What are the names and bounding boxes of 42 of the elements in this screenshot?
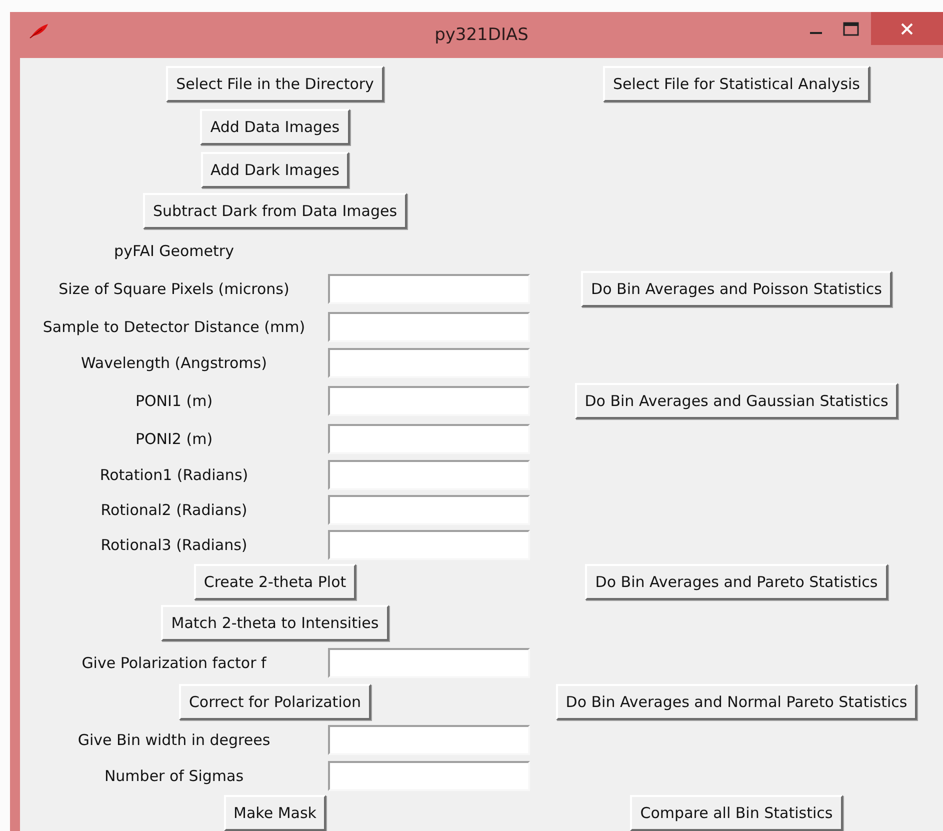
action-button[interactable]: Compare all Bin Statistics <box>630 795 843 831</box>
window-title: py321DIAS <box>434 25 528 45</box>
maximize-icon <box>843 22 859 36</box>
input-field[interactable] <box>328 424 530 454</box>
input-field[interactable] <box>328 460 530 490</box>
action-button[interactable]: Make Mask <box>224 795 326 831</box>
minimize-icon <box>810 32 822 34</box>
input-field[interactable] <box>328 648 530 678</box>
action-button[interactable]: Do Bin Averages and Normal Pareto Statistics <box>556 684 918 720</box>
action-button[interactable]: Create 2-theta Plot <box>194 564 356 600</box>
field-label: PONI1 (m) <box>135 392 213 410</box>
action-button[interactable]: Add Dark Images <box>200 152 350 188</box>
field-label: Give Bin width in degrees <box>78 730 270 748</box>
input-field[interactable] <box>328 494 530 524</box>
action-button[interactable]: Select File in the Directory <box>166 66 384 102</box>
field-label: Size of Square Pixels (microns) <box>58 280 290 298</box>
action-button[interactable]: Correct for Polarization <box>178 684 372 720</box>
field-label: Number of Sigmas <box>104 767 244 785</box>
input-field[interactable] <box>328 386 530 416</box>
input-field[interactable] <box>328 312 530 342</box>
action-button[interactable]: Select File for Statistical Analysis <box>603 66 870 102</box>
input-field[interactable] <box>328 724 530 754</box>
field-label: Give Polarization factor f <box>82 654 266 672</box>
field-label: Rotional2 (Radians) <box>100 500 248 518</box>
input-field[interactable] <box>328 274 530 304</box>
input-field[interactable] <box>328 348 530 378</box>
action-button[interactable]: Do Bin Averages and Gaussian Statistics <box>574 382 898 418</box>
action-button[interactable]: Do Bin Averages and Pareto Statistics <box>585 564 888 600</box>
section-heading: pyFAI Geometry <box>114 242 234 260</box>
field-label: Rotional3 (Radians) <box>100 536 248 554</box>
action-button[interactable]: Add Data Images <box>200 108 350 144</box>
action-button[interactable]: Do Bin Averages and Poisson Statistics <box>581 271 892 307</box>
field-label: Rotation1 (Radians) <box>100 466 248 484</box>
input-field[interactable] <box>328 530 530 560</box>
field-label: PONI2 (m) <box>135 430 213 448</box>
field-label: Wavelength (Angstroms) <box>81 354 267 372</box>
input-field[interactable] <box>328 761 530 791</box>
feather-logo-icon <box>28 23 50 39</box>
field-label: Sample to Detector Distance (mm) <box>42 318 306 336</box>
close-icon <box>901 22 913 34</box>
action-button[interactable]: Match 2-theta to Intensities <box>161 604 389 640</box>
action-button[interactable]: Subtract Dark from Data Images <box>142 193 408 229</box>
